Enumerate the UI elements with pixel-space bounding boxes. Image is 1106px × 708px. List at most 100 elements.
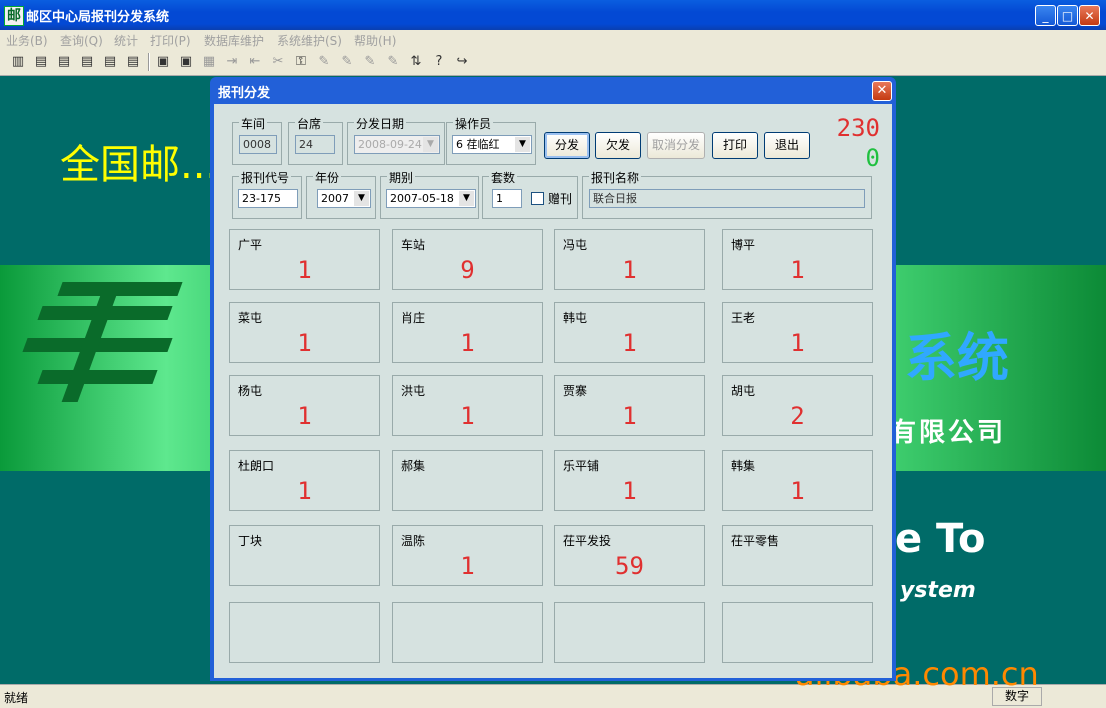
exit-button[interactable]: 退出: [764, 132, 810, 159]
export-icon[interactable]: ⇤: [247, 53, 263, 70]
station-cell: 贾寨 1: [554, 375, 705, 436]
menu-bar: 业务(B) 查询(Q) 统计 打印(P) 数据库维护 系统维护(S) 帮助(H): [0, 30, 1106, 49]
station-count: 2: [790, 402, 805, 430]
doc-search-icon[interactable]: ▤: [79, 53, 95, 70]
background-system-en-text: ystem: [900, 578, 976, 603]
year-select[interactable]: 2007 ▼: [317, 189, 371, 208]
station-count: 1: [790, 477, 805, 505]
app-logo-icon: 邮: [4, 6, 24, 26]
distribute-button[interactable]: 分发: [544, 132, 590, 159]
date-select[interactable]: 2008-09-24 ▼: [354, 135, 440, 154]
date-value: 2008-09-24: [358, 138, 422, 151]
menu-print[interactable]: 打印(P): [150, 32, 191, 49]
station-name: 丁块: [238, 534, 263, 548]
station-cell: 冯屯 1: [554, 229, 705, 290]
station-name: 菜屯: [238, 311, 263, 325]
station-cell: [722, 602, 873, 663]
station-count: 1: [297, 329, 312, 357]
toolbar: ▥ ▤ ▤ ▤ ▤ ▤ ▣ ▣ ▦ ⇥ ⇤ ✂ ⚿ ✎ ✎ ✎ ✎ ⇅ ? ↪: [0, 49, 1106, 76]
menu-statistics[interactable]: 统计: [114, 32, 138, 49]
station-name: 温陈: [401, 534, 426, 548]
station-count: 1: [297, 256, 312, 284]
key-icon[interactable]: ⚿: [293, 53, 309, 70]
station-count: 1: [460, 402, 475, 430]
menu-system[interactable]: 系统维护(S): [277, 32, 342, 49]
issue-select[interactable]: 2007-05-18 ▼: [386, 189, 476, 208]
close-button[interactable]: ✕: [1079, 5, 1100, 26]
station-cell: 洪屯 1: [392, 375, 543, 436]
sets-input[interactable]: 1: [492, 189, 522, 208]
doc-search-icon[interactable]: ▤: [33, 53, 49, 70]
station-name: 乐平铺: [563, 459, 600, 473]
doc-search-icon[interactable]: ▤: [56, 53, 72, 70]
menu-help[interactable]: 帮助(H): [354, 32, 396, 49]
operator-value: 6 荏临红: [456, 138, 500, 151]
edit-icon[interactable]: ✎: [362, 53, 378, 70]
printer-icon[interactable]: ▣: [178, 53, 194, 70]
station-cell: 王老 1: [722, 302, 873, 363]
cancel-distribute-button[interactable]: 取消分发: [647, 132, 705, 159]
operator-select[interactable]: 6 荏临红 ▼: [452, 135, 532, 154]
chevron-down-icon: ▼: [354, 191, 369, 206]
code-input[interactable]: 23-175: [238, 189, 298, 208]
date-group: 分发日期 2008-09-24 ▼: [347, 115, 445, 165]
import-icon[interactable]: ⇥: [224, 53, 240, 70]
workshop-label: 车间: [239, 115, 268, 132]
station-name: 车站: [401, 238, 426, 252]
status-ready: 就绪: [4, 691, 29, 705]
split-icon[interactable]: ⇅: [408, 53, 424, 70]
menu-database[interactable]: 数据库维护: [204, 32, 264, 49]
station-name: 杨屯: [238, 384, 263, 398]
printer-icon[interactable]: ▣: [155, 53, 171, 70]
help-icon[interactable]: ?: [431, 53, 447, 70]
calculator-icon[interactable]: ▦: [201, 53, 217, 70]
print-button[interactable]: 打印: [712, 132, 758, 159]
station-cell: 温陈 1: [392, 525, 543, 586]
workshop-group: 车间 0008: [232, 115, 282, 165]
station-count: 9: [460, 256, 475, 284]
station-count: 1: [622, 329, 637, 357]
background-system-text: 系统: [905, 329, 1010, 389]
maximize-button[interactable]: □: [1057, 5, 1078, 26]
minimize-button[interactable]: _: [1035, 5, 1056, 26]
dialog-close-button[interactable]: ✕: [872, 81, 892, 101]
station-cell: [229, 602, 380, 663]
issue-group: 期别 2007-05-18 ▼: [380, 169, 479, 219]
edit-icon[interactable]: ✎: [339, 53, 355, 70]
station-cell: 广平 1: [229, 229, 380, 290]
station-name: 贾寨: [563, 384, 588, 398]
background-company-text: 有限公司: [890, 418, 1007, 448]
chevron-down-icon: ▼: [423, 137, 438, 152]
counter-total: 230: [836, 114, 880, 142]
background-welcome-text: e To: [895, 516, 986, 562]
edit-icon[interactable]: ✎: [385, 53, 401, 70]
station-name: 韩集: [731, 459, 756, 473]
station-cell: 乐平铺 1: [554, 450, 705, 511]
dialog-title: 报刊分发: [218, 86, 271, 101]
gift-label: 赠刊: [548, 192, 573, 206]
station-count: 59: [615, 552, 644, 580]
edit-icon[interactable]: ✎: [316, 53, 332, 70]
station-cell: 韩屯 1: [554, 302, 705, 363]
station-cell: [392, 602, 543, 663]
doc-search-icon[interactable]: ▤: [125, 53, 141, 70]
sets-group: 套数 1 赠刊: [482, 169, 578, 219]
station-cell: 丁块: [229, 525, 380, 586]
station-name: 郝集: [401, 459, 426, 473]
menu-query[interactable]: 查询(Q): [60, 32, 103, 49]
gift-checkbox[interactable]: [531, 192, 544, 205]
station-cell: 杨屯 1: [229, 375, 380, 436]
name-field: 联合日报: [589, 189, 865, 208]
window-title: 邮区中心局报刊分发系统: [26, 10, 170, 25]
books-icon[interactable]: ▥: [10, 53, 26, 70]
station-name: 肖庄: [401, 311, 426, 325]
doc-search-icon[interactable]: ▤: [102, 53, 118, 70]
code-group: 报刊代号 23-175: [232, 169, 302, 219]
station-cell: [554, 602, 705, 663]
menu-business[interactable]: 业务(B): [6, 32, 48, 49]
dialog-body: 车间 0008 台席 24 分发日期 2008-09-24 ▼ 操作员 6 荏临…: [214, 104, 892, 678]
owe-button[interactable]: 欠发: [595, 132, 641, 159]
station-name: 博平: [731, 238, 756, 252]
exit-icon[interactable]: ↪: [454, 53, 470, 70]
tools-icon[interactable]: ✂: [270, 53, 286, 70]
